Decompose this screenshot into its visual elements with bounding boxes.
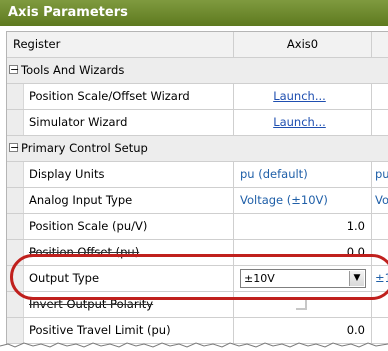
axis-parameters-panel: Axis Parameters Register Axis0 − Tools An… xyxy=(0,0,388,351)
category-label: Tools And Wizards xyxy=(21,63,125,77)
grid-header: Register Axis0 xyxy=(7,32,388,58)
extra-column-header xyxy=(372,32,388,57)
property-label: Analog Input Type xyxy=(7,188,234,213)
axis0-column-header: Axis0 xyxy=(234,32,372,57)
row-position-scale-wizard: Position Scale/Offset Wizard Launch... xyxy=(7,84,388,110)
launch-simulator-wizard-link[interactable]: Launch... xyxy=(234,110,372,135)
collapse-icon[interactable]: − xyxy=(9,64,19,75)
property-label: Simulator Wizard xyxy=(7,110,234,135)
category-label: Primary Control Setup xyxy=(21,141,148,155)
row-display-units[interactable]: Display Units pu (default) pu xyxy=(7,162,388,188)
row-analog-input-type[interactable]: Analog Input Type Voltage (±10V) Vol xyxy=(7,188,388,214)
property-label: Positive Travel Limit (pu) xyxy=(7,318,234,343)
property-label: Position Scale/Offset Wizard xyxy=(7,84,234,109)
launch-position-scale-wizard-link[interactable]: Launch... xyxy=(234,84,372,109)
torn-edge xyxy=(0,342,388,351)
analog-input-type-next-axis[interactable]: Vol xyxy=(372,188,388,213)
row-simulator-wizard: Simulator Wizard Launch... xyxy=(7,110,388,136)
positive-travel-limit-value[interactable]: 0.0 xyxy=(234,318,372,343)
row-position-scale[interactable]: Position Scale (pu/V) 1.0 xyxy=(7,214,388,240)
output-type-highlight-callout xyxy=(10,254,388,300)
property-label: Display Units xyxy=(7,162,234,187)
display-units-value[interactable]: pu (default) xyxy=(234,162,372,187)
panel-title: Axis Parameters xyxy=(0,0,388,26)
category-primary-control-setup[interactable]: − Primary Control Setup xyxy=(7,136,388,162)
property-label: Position Scale (pu/V) xyxy=(7,214,234,239)
display-units-next-axis[interactable]: pu xyxy=(372,162,388,187)
analog-input-type-value[interactable]: Voltage (±10V) xyxy=(234,188,372,213)
register-column-header: Register xyxy=(7,32,234,57)
category-tools-and-wizards[interactable]: − Tools And Wizards xyxy=(7,58,388,84)
invert-output-polarity-checkbox[interactable] xyxy=(296,299,307,310)
collapse-icon[interactable]: − xyxy=(9,142,19,153)
position-scale-value[interactable]: 1.0 xyxy=(234,214,372,239)
